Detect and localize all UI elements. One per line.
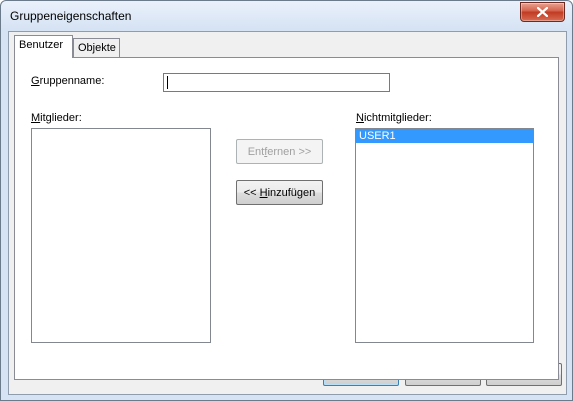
list-item-user1[interactable]: USER1 — [356, 129, 533, 143]
tab-benutzer[interactable]: Benutzer — [14, 35, 73, 58]
remove-button[interactable]: Entfernen >> — [236, 139, 323, 164]
non-members-label: Nichtmitglieder: — [356, 112, 432, 124]
tab-objekte-label: Objekte — [78, 42, 116, 54]
non-members-listbox[interactable]: USER1 — [355, 128, 534, 343]
window-title: Gruppeneigenschaften — [10, 9, 132, 23]
dialog-client-area: Benutzer Objekte Gruppenname: Mitglieder… — [8, 31, 567, 395]
close-icon — [537, 7, 548, 17]
group-name-label: Gruppenname: — [31, 75, 105, 87]
title-bar[interactable]: Gruppeneigenschaften — [1, 1, 572, 31]
add-button[interactable]: << Hinzufügen — [236, 180, 323, 205]
group-name-input[interactable] — [163, 73, 390, 92]
text-caret — [167, 76, 168, 89]
members-listbox[interactable] — [31, 128, 211, 343]
tab-objekte[interactable]: Objekte — [73, 38, 120, 58]
dialog-window: Gruppeneigenschaften Benutzer Objekte Gr… — [0, 0, 573, 401]
members-label: Mitglieder: — [31, 112, 82, 124]
close-button[interactable] — [520, 2, 565, 22]
tab-benutzer-label: Benutzer — [19, 39, 64, 51]
tab-panel-benutzer: Gruppenname: Mitglieder: Entfernen >> <<… — [14, 57, 559, 380]
